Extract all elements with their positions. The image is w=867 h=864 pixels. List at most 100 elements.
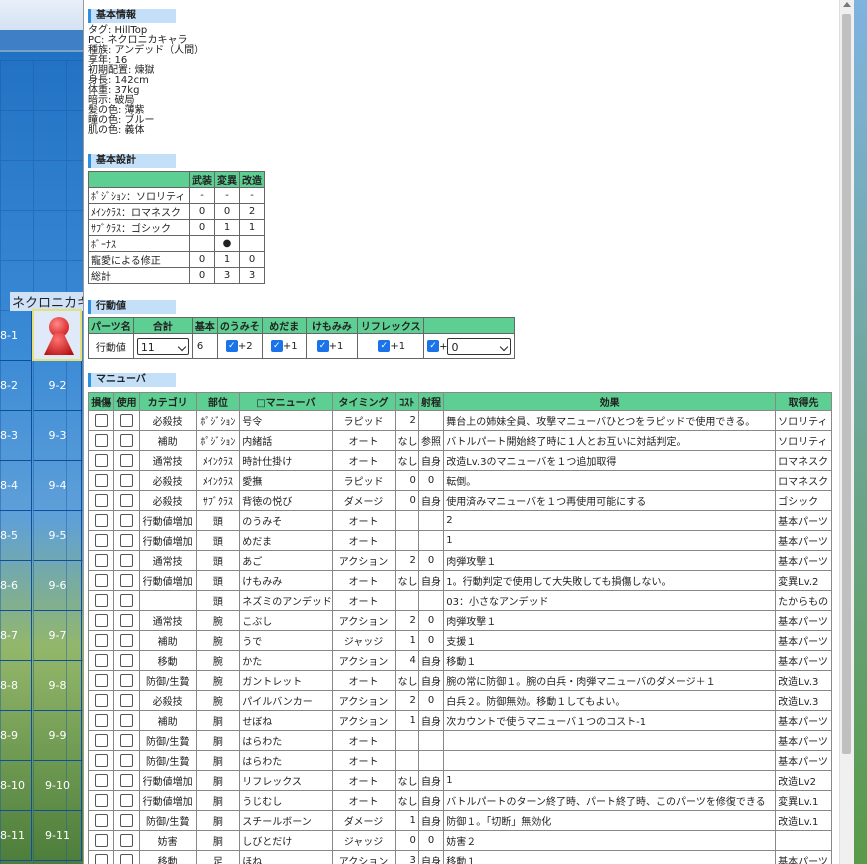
damage-checkbox[interactable] <box>94 774 108 787</box>
used-checkbox[interactable] <box>120 774 134 787</box>
board-cell-8-7[interactable]: 8-7 <box>0 611 32 661</box>
used-checkbox[interactable] <box>120 674 134 687</box>
used-cell <box>113 410 140 431</box>
medama-checkbox[interactable]: ✓ <box>270 340 283 352</box>
used-checkbox[interactable] <box>120 534 134 547</box>
board-cell-9-2[interactable]: 9-2 <box>34 361 82 411</box>
maneuver-timing: アクション <box>331 550 396 571</box>
damage-checkbox[interactable] <box>94 674 108 687</box>
used-checkbox[interactable] <box>120 594 134 607</box>
board-cell-9-10[interactable]: 9-10 <box>34 761 82 811</box>
kemomimi-value: +1 <box>328 341 344 352</box>
damage-checkbox[interactable] <box>94 434 108 447</box>
used-cell <box>113 690 140 711</box>
extra-checkbox[interactable]: ✓ <box>427 340 440 352</box>
damage-checkbox[interactable] <box>94 594 108 607</box>
nou-checkbox[interactable]: ✓ <box>225 340 238 352</box>
used-checkbox[interactable] <box>120 574 134 587</box>
board-cell-8-1[interactable]: 8-1 <box>0 311 32 361</box>
damage-checkbox[interactable] <box>94 454 108 467</box>
maneuver-part: 腕 <box>195 690 241 711</box>
scrollbar-thumb[interactable] <box>842 14 851 754</box>
board-cell-8-3[interactable]: 8-3 <box>0 411 32 461</box>
maneuver-maneuver-name: はらわた <box>239 730 333 751</box>
used-checkbox[interactable] <box>120 734 134 747</box>
panel-scrollbar[interactable] <box>839 0 854 864</box>
damage-checkbox[interactable] <box>94 494 108 507</box>
board-cell-8-9[interactable]: 8-9 <box>0 711 32 761</box>
damage-checkbox[interactable] <box>94 794 108 807</box>
board-cell-9-6[interactable]: 9-6 <box>34 561 82 611</box>
maneuver-maneuver-name: ガントレット <box>239 670 333 691</box>
damage-checkbox[interactable] <box>94 634 108 647</box>
kemomimi-checkbox[interactable]: ✓ <box>316 340 329 352</box>
used-checkbox[interactable] <box>120 634 134 647</box>
board-cell-8-4[interactable]: 8-4 <box>0 461 32 511</box>
used-checkbox[interactable] <box>120 414 134 427</box>
damage-checkbox[interactable] <box>94 534 108 547</box>
maneuver-maneuver-name: リフレックス <box>239 770 333 791</box>
used-checkbox[interactable] <box>120 554 134 567</box>
used-checkbox[interactable] <box>120 834 134 847</box>
used-checkbox[interactable] <box>120 854 134 864</box>
maneuver-range: 0 <box>417 610 445 631</box>
reflex-checkbox[interactable]: ✓ <box>378 340 391 352</box>
used-checkbox[interactable] <box>120 494 134 507</box>
damage-checkbox[interactable] <box>94 814 108 827</box>
maneuver-cost: なし <box>394 570 419 591</box>
damage-checkbox[interactable] <box>94 474 108 487</box>
scroll-up-icon[interactable] <box>843 2 851 7</box>
board-cell-9-7[interactable]: 9-7 <box>34 611 82 661</box>
damage-checkbox[interactable] <box>94 714 108 727</box>
board-cell-8-6[interactable]: 8-6 <box>0 561 32 611</box>
board-cell-8-11[interactable]: 8-11 <box>0 811 32 861</box>
damage-checkbox[interactable] <box>94 514 108 527</box>
board-cell-8-2[interactable]: 8-2 <box>0 361 32 411</box>
basic-info-line: 体重: 37kg <box>88 85 140 96</box>
maneuver-part: 胴 <box>195 750 241 771</box>
maneuver-source: 基本パーツ <box>775 850 832 864</box>
used-checkbox[interactable] <box>120 754 134 767</box>
used-checkbox[interactable] <box>120 694 134 707</box>
used-checkbox[interactable] <box>120 714 134 727</box>
maneuver-effect: 舞台上の姉妹全員、攻撃マニューバひとつをラピッドで使用できる。 <box>443 410 777 431</box>
damage-checkbox[interactable] <box>94 614 108 627</box>
board-cell-9-11[interactable]: 9-11 <box>34 811 82 861</box>
damage-checkbox[interactable] <box>94 574 108 587</box>
maneuver-category: 移動 <box>138 850 197 864</box>
character-piece[interactable] <box>32 309 82 361</box>
damage-checkbox[interactable] <box>94 414 108 427</box>
maneuver-row: 行動値増加頭けもみみ オート なし 自身 1。行動判定で使用して大失敗しても損傷しない。… <box>87 570 832 591</box>
board-cell-8-8[interactable]: 8-8 <box>0 661 32 711</box>
used-checkbox[interactable] <box>120 654 134 667</box>
board-cell-8-5[interactable]: 8-5 <box>0 511 32 561</box>
used-checkbox[interactable] <box>120 614 134 627</box>
maneuver-part: 胴 <box>195 790 241 811</box>
board-cell-9-4[interactable]: 9-4 <box>34 461 82 511</box>
used-checkbox[interactable] <box>120 514 134 527</box>
board-cell-9-5[interactable]: 9-5 <box>34 511 82 561</box>
maneuver-range: 自身 <box>417 650 445 671</box>
used-checkbox[interactable] <box>120 794 134 807</box>
board-cell-9-3[interactable]: 9-3 <box>34 411 82 461</box>
board-cell-9-8[interactable]: 9-8 <box>34 661 82 711</box>
damage-checkbox[interactable] <box>94 654 108 667</box>
damage-cell <box>87 410 115 431</box>
used-checkbox[interactable] <box>120 454 134 467</box>
board-cell-8-10[interactable]: 8-10 <box>0 761 32 811</box>
damage-checkbox[interactable] <box>94 854 108 864</box>
damage-checkbox[interactable] <box>94 694 108 707</box>
used-checkbox[interactable] <box>120 434 134 447</box>
used-checkbox[interactable] <box>120 474 134 487</box>
used-checkbox[interactable] <box>120 814 134 827</box>
damage-checkbox[interactable] <box>94 834 108 847</box>
board-cell-9-9[interactable]: 9-9 <box>34 711 82 761</box>
base-cell: 6 <box>191 333 218 359</box>
damage-checkbox[interactable] <box>94 734 108 747</box>
total-select[interactable]: 11 <box>136 337 189 355</box>
maneuver-range: 自身 <box>417 810 445 831</box>
damage-checkbox[interactable] <box>94 754 108 767</box>
nou-value: +2 <box>237 341 253 352</box>
damage-checkbox[interactable] <box>94 554 108 567</box>
extra-select[interactable]: 0 <box>447 337 512 355</box>
